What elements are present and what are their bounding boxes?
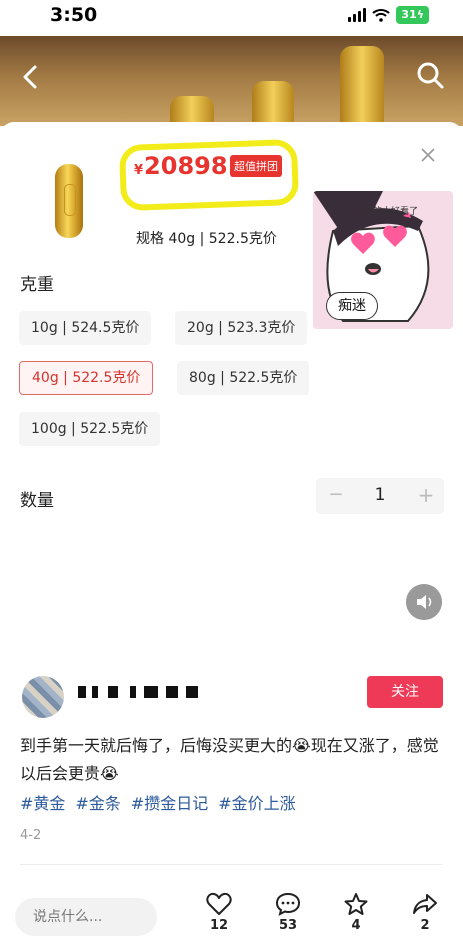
signal-icon	[348, 8, 367, 22]
quantity-stepper: − 1 +	[316, 478, 444, 514]
like-count: 12	[209, 918, 229, 933]
username-redacted[interactable]	[78, 686, 200, 698]
weight-option-40g[interactable]: 40g | 522.5克价	[19, 361, 154, 395]
sticker-caption: 真的太好看了	[364, 207, 419, 217]
divider	[20, 864, 443, 865]
follow-button[interactable]: 关注	[367, 676, 443, 708]
hashtag-link[interactable]: #金条	[75, 790, 120, 814]
weight-option-80g[interactable]: 80g | 522.5克价	[177, 361, 310, 395]
quantity-label: 数量	[20, 491, 54, 511]
volume-icon[interactable]	[406, 584, 442, 620]
heart-icon	[206, 892, 232, 915]
post-content: 关注 到手第一天就后悔了，后悔没买更大的😭现在又涨了，感觉以后会更贵😭 #黄金 …	[0, 652, 463, 941]
share-arrow-icon	[413, 894, 437, 914]
search-icon[interactable]	[415, 60, 445, 90]
post-body-text: 到手第一天就后悔了，后悔没买更大的😭现在又涨了，感觉以后会更贵😭	[20, 736, 439, 783]
favorite-count: 4	[351, 918, 361, 933]
like-button[interactable]: 12	[199, 892, 239, 933]
spec-summary: 规格 40g | 522.5克价	[136, 231, 277, 247]
price-currency: ¥	[134, 163, 144, 178]
close-icon[interactable]	[419, 146, 437, 164]
status-bar: 3:50 31ϟ	[0, 0, 463, 36]
back-icon[interactable]	[16, 62, 46, 92]
weight-option-20g[interactable]: 20g | 523.3克价	[175, 311, 308, 345]
price: ¥ 20898	[134, 152, 228, 180]
comment-bubble-icon	[275, 892, 301, 916]
product-image	[55, 164, 83, 238]
hashtag-list: #黄金 #金条 #攒金日记 #金价上涨	[20, 790, 296, 814]
quantity-increase-button[interactable]: +	[416, 483, 436, 507]
battery-icon: 31ϟ	[396, 6, 429, 24]
avatar[interactable]	[22, 676, 64, 718]
post-date: 4-2	[20, 828, 42, 843]
comment-count: 53	[278, 918, 298, 933]
hashtag-link[interactable]: #攒金日记	[131, 790, 208, 814]
post-media	[0, 36, 463, 126]
favorite-button[interactable]: 4	[336, 892, 376, 933]
share-button[interactable]: 2	[405, 892, 445, 933]
battery-level: 31	[401, 8, 417, 21]
hashtag-link[interactable]: #黄金	[20, 790, 65, 814]
status-time: 3:50	[50, 4, 98, 26]
wifi-icon	[372, 9, 391, 22]
weight-option-100g[interactable]: 100g | 522.5克价	[19, 412, 161, 446]
group-buy-badge: 超值拼团	[230, 155, 282, 177]
star-icon	[344, 893, 368, 915]
comment-input[interactable]: 说点什么...	[15, 898, 157, 936]
share-count: 2	[420, 918, 430, 933]
product-sheet: ¥ 20898 超值拼团 规格 40g | 522.5克价 真的太好看了 痴迷 …	[0, 122, 463, 652]
quantity-decrease-button[interactable]: −	[326, 484, 346, 505]
weight-label: 克重	[20, 275, 54, 295]
comment-button[interactable]: 53	[268, 892, 308, 933]
weight-option-10g[interactable]: 10g | 524.5克价	[19, 311, 152, 345]
price-value: 20898	[144, 152, 228, 180]
quantity-value[interactable]: 1	[370, 485, 390, 505]
status-icons: 31ϟ	[348, 6, 429, 24]
hashtag-link[interactable]: #金价上涨	[218, 790, 295, 814]
sticker-bubble: 痴迷	[326, 292, 378, 320]
